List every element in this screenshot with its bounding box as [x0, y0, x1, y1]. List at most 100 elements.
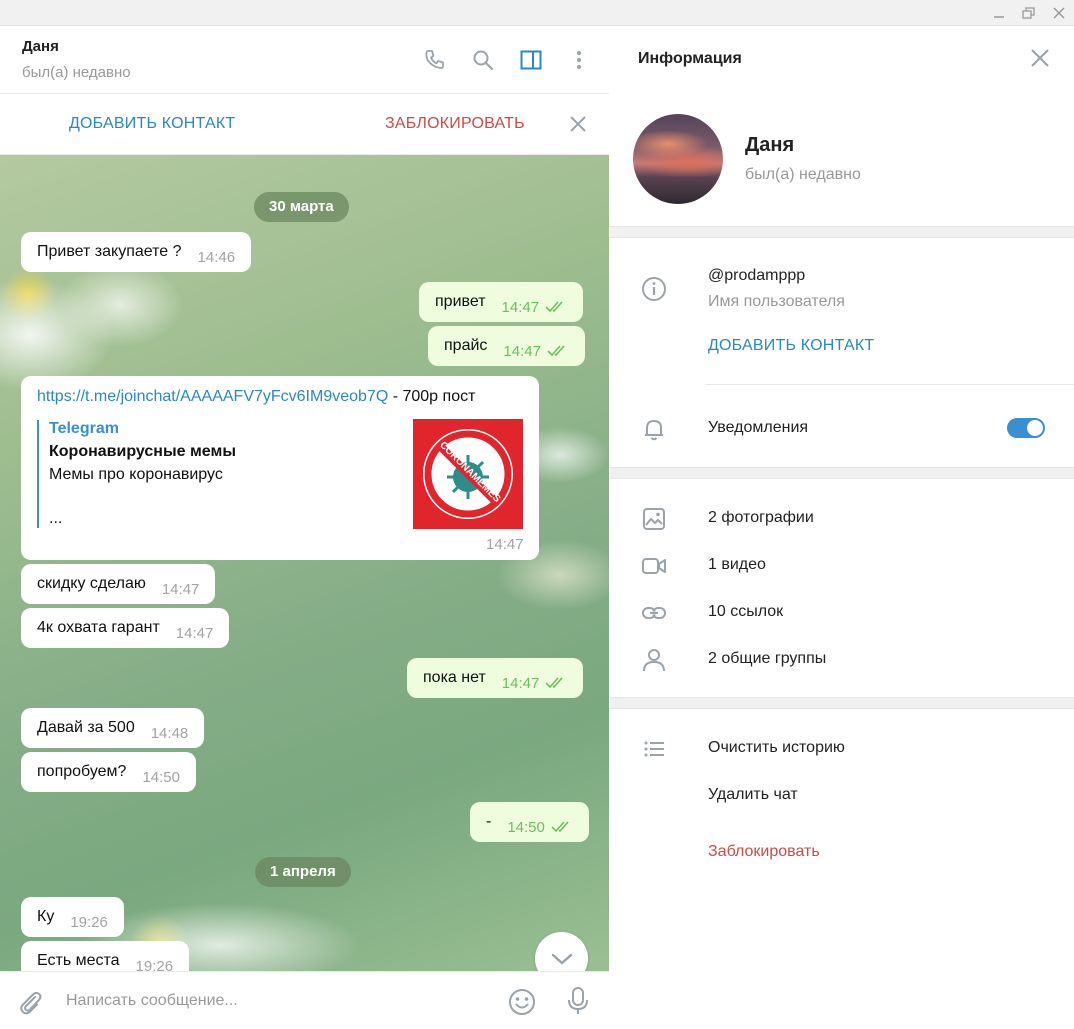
message-time: 14:50 — [507, 818, 545, 836]
photo-icon — [643, 508, 665, 530]
message-incoming[interactable]: 4к охвата гарант 14:47 — [21, 608, 230, 648]
block-user-button[interactable]: Заблокировать — [708, 843, 820, 861]
minimize-icon[interactable] — [984, 0, 1014, 26]
message-outgoing[interactable]: прайс 14:47 — [428, 326, 585, 366]
message-input[interactable] — [66, 988, 486, 1014]
microphone-icon[interactable] — [565, 986, 591, 1016]
message-outgoing[interactable]: - 14:50 — [470, 802, 589, 842]
message-time: 14:46 — [197, 248, 236, 266]
message-text: Ку — [37, 908, 55, 925]
sidebar-toggle-icon[interactable] — [517, 46, 545, 74]
info-title: Информация — [638, 50, 742, 67]
message-text: - — [486, 813, 492, 830]
close-icon[interactable] — [1044, 0, 1074, 26]
peer-name[interactable]: Даня — [22, 38, 59, 55]
phone-icon[interactable] — [421, 46, 449, 74]
info-panel: Информация Даня был(а) недавно @prodampp… — [610, 26, 1074, 1029]
date-separator: 1 апреля — [255, 857, 351, 887]
media-photos[interactable]: 2 фотографии — [708, 509, 814, 527]
message-link-line: https://t.me/joinchat/AAAAAFV7yFcv6IM9ve… — [37, 388, 475, 406]
list-icon — [644, 741, 664, 757]
clear-history-button[interactable]: Очистить историю — [708, 739, 845, 757]
bell-icon — [645, 420, 663, 441]
section-divider — [610, 467, 1074, 479]
message-time: 14:47 — [486, 536, 524, 553]
toggle-knob — [1027, 420, 1043, 436]
close-bar-icon[interactable] — [566, 112, 590, 136]
profile-name: Даня — [745, 134, 795, 156]
block-button[interactable]: ЗАБЛОКИРОВАТЬ — [385, 115, 525, 133]
message-time: 14:48 — [150, 724, 189, 742]
video-icon — [642, 558, 666, 574]
peer-status: был(а) недавно — [22, 64, 131, 81]
message-text: Привет закупаете ? — [37, 243, 182, 260]
date-separator: 30 марта — [254, 192, 349, 222]
read-check-icon — [551, 821, 569, 832]
section-divider — [610, 226, 1074, 238]
message-time: 14:47 — [175, 624, 214, 642]
notifications-label: Уведомления — [708, 419, 809, 436]
scroll-down-button[interactable] — [535, 932, 588, 971]
info-icon — [642, 277, 666, 301]
section-divider — [610, 697, 1074, 709]
chat-header: Даня был(а) недавно — [0, 26, 609, 94]
message-time: 14:50 — [142, 768, 180, 786]
read-check-icon — [547, 345, 565, 356]
message-incoming[interactable]: Есть места 19:26 — [21, 941, 190, 972]
message-text: 4к охвата гарант — [37, 619, 160, 636]
preview-description: Мемы про коронавирус — [49, 466, 223, 483]
message-list[interactable]: 30 марта Привет закупаете ? 14:46 привет… — [0, 155, 609, 971]
message-link-preview[interactable]: https://t.me/joinchat/AAAAAFV7yFcv6IM9ve… — [21, 376, 539, 560]
message-time: 19:26 — [70, 913, 108, 931]
profile-status: был(а) недавно — [745, 166, 861, 183]
username-label: Имя пользователя — [708, 293, 845, 310]
username[interactable]: @prodamppp — [708, 267, 805, 285]
message-text: прайс — [444, 337, 488, 354]
message-time: 14:47 — [503, 342, 541, 360]
message-text: скидку сделаю — [37, 575, 146, 592]
user-icon — [643, 649, 665, 672]
message-link-suffix: - 700р пост — [388, 388, 476, 405]
media-videos[interactable]: 1 видео — [708, 556, 766, 574]
read-check-icon — [545, 677, 563, 688]
message-text: попробуем? — [37, 763, 127, 780]
chat-panel: Даня был(а) недавно ДОБАВИТЬ КОНТАКТ ЗАБ… — [0, 26, 609, 1029]
add-contact-info-button[interactable]: ДОБАВИТЬ КОНТАКТ — [708, 337, 874, 355]
message-link[interactable]: https://t.me/joinchat/AAAAAFV7yFcv6IM9ve… — [37, 388, 388, 405]
avatar[interactable] — [633, 114, 723, 204]
window-titlebar — [0, 0, 1074, 26]
message-incoming[interactable]: попробуем? 14:50 — [21, 752, 196, 792]
message-time: 14:47 — [501, 298, 540, 316]
search-icon[interactable] — [469, 46, 497, 74]
message-incoming[interactable]: скидку сделаю 14:47 — [21, 564, 216, 604]
more-vertical-icon[interactable] — [565, 46, 593, 74]
delete-chat-button[interactable]: Удалить чат — [708, 786, 798, 804]
attach-icon[interactable] — [16, 988, 44, 1016]
message-time: 14:47 — [161, 580, 200, 598]
add-contact-button[interactable]: ДОБАВИТЬ КОНТАКТ — [69, 115, 235, 133]
message-text: Есть места — [37, 952, 120, 969]
message-incoming[interactable]: Привет закупаете ? 14:46 — [21, 232, 252, 272]
preview-title: Коронавирусные мемы — [49, 443, 236, 460]
message-composer — [0, 971, 609, 1029]
message-text: пока нет — [423, 669, 486, 686]
notifications-toggle[interactable] — [1007, 418, 1045, 438]
link-icon — [642, 607, 666, 619]
row-separator — [705, 384, 1074, 385]
emoji-icon[interactable] — [507, 987, 537, 1017]
message-time: 19:26 — [135, 957, 174, 972]
message-incoming[interactable]: Ку 19:26 — [21, 897, 124, 937]
preview-accent-bar — [37, 420, 39, 528]
media-links[interactable]: 10 ссылок — [708, 603, 783, 621]
preview-more: ... — [49, 510, 63, 527]
close-info-icon[interactable] — [1028, 46, 1052, 70]
message-outgoing[interactable]: пока нет 14:47 — [407, 658, 584, 698]
preview-image[interactable]: CORONAMEMES — [413, 419, 523, 529]
media-groups[interactable]: 2 общие группы — [708, 650, 826, 668]
message-incoming[interactable]: Давай за 500 14:48 — [21, 708, 205, 748]
preview-site-name: Telegram — [49, 420, 119, 437]
maximize-icon[interactable] — [1014, 0, 1044, 26]
message-outgoing[interactable]: привет 14:47 — [419, 282, 584, 322]
message-text: Давай за 500 — [37, 719, 135, 736]
read-check-icon — [545, 301, 563, 312]
